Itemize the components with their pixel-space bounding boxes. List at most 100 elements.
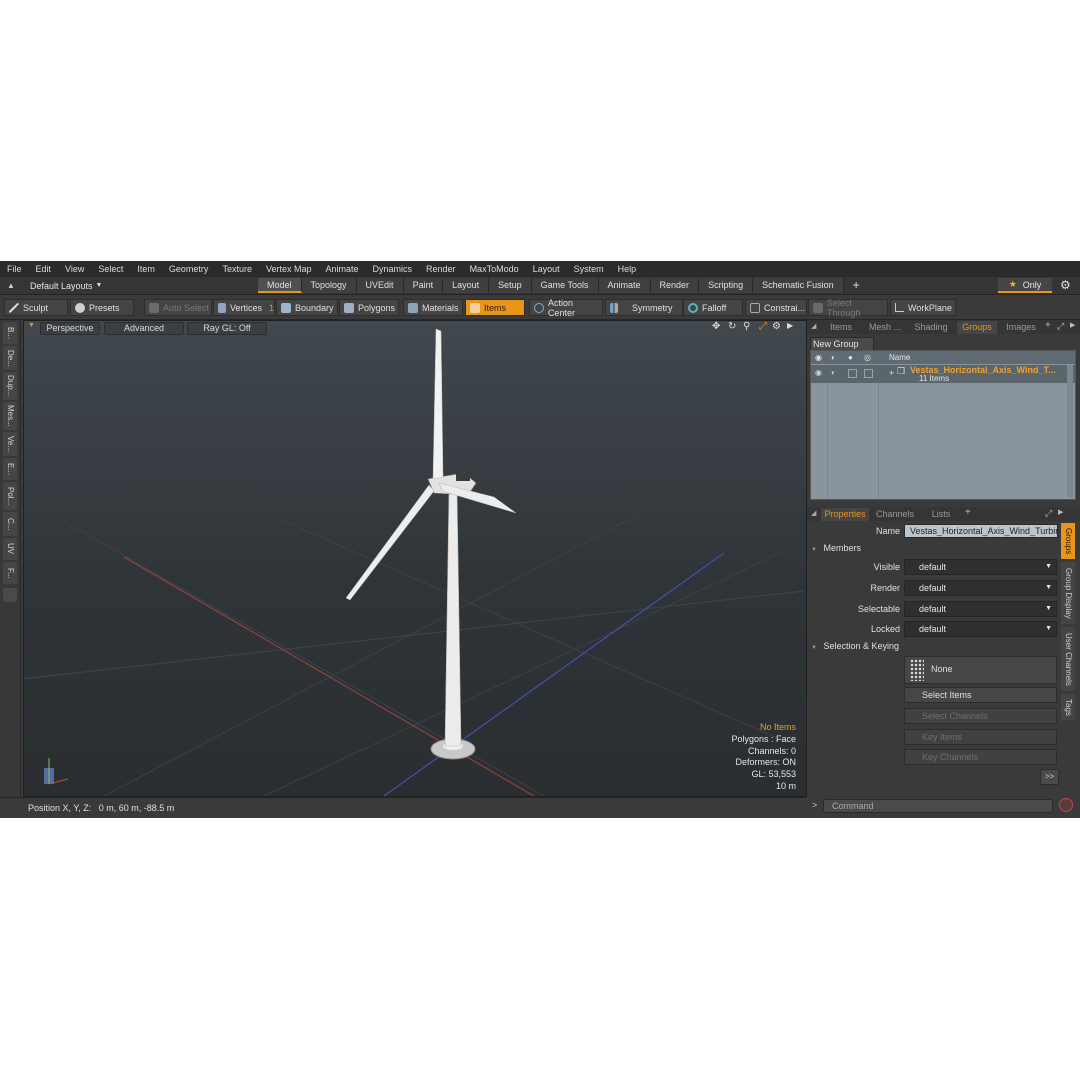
maximize-view-icon[interactable]: ⤢ <box>759 321 767 332</box>
materials-button[interactable]: Materials <box>403 299 463 316</box>
3d-viewport[interactable]: ▼ Perspective Advanced Ray GL: Off ✥ ↻ ⚲… <box>23 320 807 797</box>
rotate-view-icon[interactable]: ↻ <box>728 321 736 332</box>
group-visible-toggle[interactable]: ◉ <box>815 368 822 377</box>
command-input[interactable]: Command <box>823 799 1053 813</box>
expand-plus-icon[interactable]: + <box>889 368 894 378</box>
left-tab-vertex[interactable]: Ve... <box>3 432 17 456</box>
auto-select-button[interactable]: Auto Select <box>144 299 212 316</box>
viewport-menu-icon[interactable]: ▼ <box>28 322 35 329</box>
panel-more-icon[interactable]: ▶ <box>1070 321 1075 329</box>
tab-layout[interactable]: Layout <box>443 278 490 293</box>
side-tab-user-channels[interactable]: User Channels <box>1061 627 1075 691</box>
left-tab-uv[interactable]: UV <box>3 538 17 560</box>
presets-button[interactable]: Presets <box>70 299 134 316</box>
viewport-more-icon[interactable]: ▶ <box>787 321 793 330</box>
viewport-gear-icon[interactable]: ⚙ <box>772 321 781 332</box>
new-group-button[interactable]: New Group <box>810 337 874 351</box>
tab-schematic-fusion[interactable]: Schematic Fusion <box>753 278 844 293</box>
expand-panel-icon[interactable]: ⤢ <box>1057 321 1064 332</box>
group-select-checkbox[interactable] <box>864 369 873 378</box>
constraints-button[interactable]: Constrai... <box>745 299 807 316</box>
panel-menu-icon[interactable]: ◢ <box>811 322 816 330</box>
symmetry-button[interactable]: Symmetry <box>605 299 683 316</box>
tab-channels[interactable]: Channels <box>873 508 917 521</box>
menu-geometry[interactable]: Geometry <box>162 261 216 277</box>
tab-mesh[interactable]: Mesh ... <box>863 321 907 334</box>
raygl-toggle[interactable]: Ray GL: Off <box>187 322 267 335</box>
shading-dropdown[interactable]: Advanced <box>104 322 184 335</box>
tab-render[interactable]: Render <box>650 278 700 293</box>
left-tab-basic[interactable]: B... <box>3 322 17 344</box>
locked-dropdown[interactable]: default ▼ <box>904 621 1057 637</box>
menu-vertex-map[interactable]: Vertex Map <box>259 261 319 277</box>
side-tab-tags[interactable]: Tags <box>1061 694 1075 720</box>
tab-properties[interactable]: Properties <box>821 508 869 521</box>
left-tab-fusion[interactable]: F... <box>3 562 17 584</box>
menu-maxtomodo[interactable]: MaxToModo <box>463 261 526 277</box>
none-button[interactable]: None <box>904 656 1057 684</box>
move-view-icon[interactable]: ✥ <box>712 321 720 332</box>
left-tab-deform[interactable]: De... <box>3 346 17 370</box>
key-items-button[interactable]: Key Items <box>904 729 1057 745</box>
group-render-toggle[interactable]: ◐ <box>831 368 836 377</box>
select-items-button[interactable]: Select Items <box>904 687 1057 703</box>
tab-images[interactable]: Images <box>1001 321 1041 334</box>
menu-dynamics[interactable]: Dynamics <box>366 261 420 277</box>
groups-list[interactable]: ◉ ◐ ● ◎ Name ◉ ◐ + ❒ Vestas_Horizontal_A… <box>810 350 1076 500</box>
menu-system[interactable]: System <box>567 261 611 277</box>
properties-more-icon[interactable]: ▶ <box>1058 508 1063 516</box>
layout-collapse-icon[interactable]: ▲ <box>0 281 22 290</box>
tab-model[interactable]: Model <box>258 278 302 293</box>
perspective-dropdown[interactable]: Perspective <box>40 322 100 335</box>
menu-edit[interactable]: Edit <box>29 261 59 277</box>
menu-animate[interactable]: Animate <box>318 261 365 277</box>
add-properties-tab-icon[interactable]: + <box>965 507 971 518</box>
polygons-button[interactable]: Polygons <box>339 299 399 316</box>
menu-view[interactable]: View <box>58 261 91 277</box>
falloff-button[interactable]: Falloff <box>683 299 743 316</box>
tab-uvedit[interactable]: UVEdit <box>356 278 404 293</box>
left-tab-mesh-edit[interactable]: Mes... <box>3 402 17 430</box>
select-channels-button[interactable]: Select Channels <box>904 708 1057 724</box>
render-dropdown[interactable]: default ▼ <box>904 580 1057 596</box>
left-tab-polygon[interactable]: Pol... <box>3 482 17 510</box>
expand-properties-icon[interactable]: ⤢ <box>1045 508 1052 519</box>
left-tab-extra[interactable] <box>3 588 17 602</box>
action-center-button[interactable]: Action Center <box>529 298 603 318</box>
tab-shading[interactable]: Shading <box>909 321 953 334</box>
group-lock-checkbox[interactable] <box>848 369 857 378</box>
left-tab-curve[interactable]: C... <box>3 512 17 536</box>
sculpt-button[interactable]: Sculpt <box>4 299 68 316</box>
groups-list-scrollbar[interactable] <box>1067 365 1073 497</box>
boundary-button[interactable]: Boundary <box>276 299 338 316</box>
more-options-button[interactable]: >> <box>1040 769 1059 785</box>
side-tab-group-display[interactable]: Group Display <box>1061 562 1075 624</box>
menu-select[interactable]: Select <box>91 261 130 277</box>
name-field[interactable]: Vestas_Horizontal_Axis_Wind_Turbine <box>904 524 1058 538</box>
only-toggle[interactable]: ★ Only <box>998 278 1052 293</box>
tab-items[interactable]: Items <box>821 321 861 334</box>
visible-dropdown[interactable]: default ▼ <box>904 559 1057 575</box>
side-tab-groups[interactable]: Groups <box>1061 523 1075 559</box>
tab-game-tools[interactable]: Game Tools <box>531 278 599 293</box>
menu-file[interactable]: File <box>0 261 29 277</box>
menu-item[interactable]: Item <box>130 261 162 277</box>
tab-topology[interactable]: Topology <box>301 278 357 293</box>
group-row[interactable]: ◉ ◐ + ❒ Vestas_Horizontal_Axis_Wind_T...… <box>811 365 1075 383</box>
add-tab-plus-icon[interactable]: + <box>844 278 869 293</box>
left-tab-edge[interactable]: E... <box>3 458 17 480</box>
key-channels-button[interactable]: Key Channels <box>904 749 1057 765</box>
tab-animate[interactable]: Animate <box>598 278 651 293</box>
tab-paint[interactable]: Paint <box>403 278 444 293</box>
items-button[interactable]: Items <box>465 299 525 316</box>
gear-icon[interactable]: ⚙ <box>1060 278 1071 292</box>
members-section[interactable]: ▼ Members <box>811 543 861 553</box>
tab-setup[interactable]: Setup <box>489 278 532 293</box>
menu-layout[interactable]: Layout <box>526 261 567 277</box>
workplane-button[interactable]: WorkPlane <box>890 299 956 316</box>
tab-lists[interactable]: Lists <box>921 508 961 521</box>
tab-scripting[interactable]: Scripting <box>699 278 754 293</box>
menu-texture[interactable]: Texture <box>215 261 259 277</box>
record-icon[interactable] <box>1059 798 1073 812</box>
select-through-button[interactable]: Select Through <box>808 298 888 318</box>
